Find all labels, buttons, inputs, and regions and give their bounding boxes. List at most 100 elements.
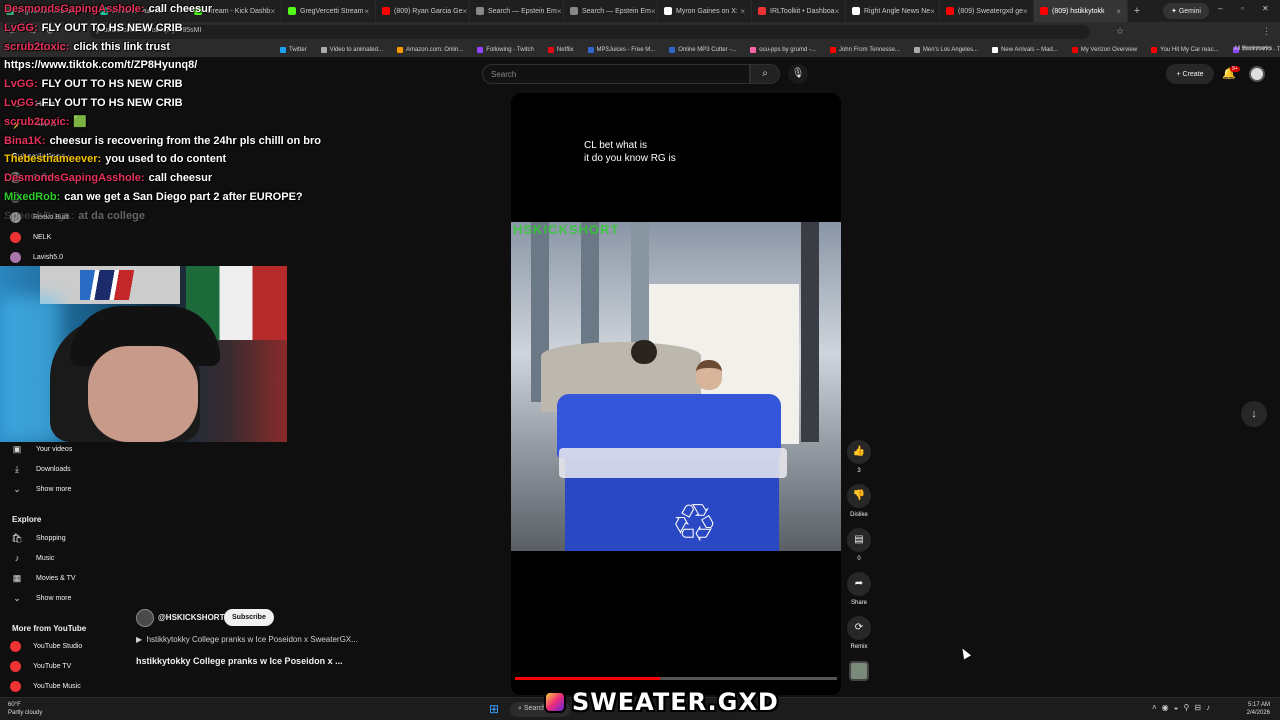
all-bookmarks[interactable]: All Bookmarks xyxy=(1234,46,1272,52)
bookmark-label: Video to animated... xyxy=(329,46,383,53)
browser-tab[interactable]: Search — Epstein Em × xyxy=(470,0,564,22)
bookmark-item[interactable]: osu-pps by grumd -... xyxy=(750,46,816,53)
tab-label: Search — Epstein Em xyxy=(582,7,651,15)
tab-label: (809) Ryan Garcia Ge xyxy=(394,7,463,15)
browser-menu-icon[interactable]: ⋮ xyxy=(1262,26,1271,37)
dislike-button[interactable]: 👎 Dislike xyxy=(846,484,872,518)
mic-icon[interactable]: 🎙 xyxy=(788,64,808,84)
share-button[interactable]: ➦ Share xyxy=(846,572,872,606)
bookmark-item[interactable]: Online MP3 Cutter -... xyxy=(669,46,736,53)
bookmark-star-icon[interactable]: ☆ xyxy=(1116,26,1124,37)
tab-favicon-icon xyxy=(852,7,860,15)
bookmark-item[interactable]: Video to animated... xyxy=(320,46,383,53)
sound-thumbnail[interactable] xyxy=(849,661,869,681)
play-icon: ▶ xyxy=(136,635,147,644)
browser-tab[interactable]: (809) Ryan Garcia Ge × xyxy=(376,0,470,22)
channel-name[interactable]: @HSKICKSHORT xyxy=(158,613,224,622)
create-button[interactable]: + Create xyxy=(1166,64,1214,84)
sidebar-item[interactable]: 🛍 Shopping xyxy=(10,533,65,544)
browser-tab[interactable]: Myron Gaines on X: × xyxy=(658,0,752,22)
tab-close-icon[interactable]: × xyxy=(462,7,467,16)
chat-username: LvGG: xyxy=(4,78,38,91)
tab-label: Right Angle News Ne xyxy=(864,7,931,15)
bookmark-item[interactable]: You Hit My Car reac... xyxy=(1151,46,1219,53)
taskbar-clock[interactable]: 5:17 AM 2/4/2026 xyxy=(1247,701,1270,717)
browser-tab[interactable]: IRLToolkit • Dashboa × xyxy=(752,0,846,22)
bookmark-item[interactable]: My Verizon Overview xyxy=(1071,46,1137,53)
chat-text: cheesur is recovering from the 24hr pls … xyxy=(49,134,321,147)
close-window-icon[interactable]: ✕ xyxy=(1262,4,1269,13)
sidebar-item-label: Show more xyxy=(36,595,72,602)
bookmark-favicon-icon xyxy=(587,46,594,53)
instagram-icon xyxy=(544,691,566,713)
instagram-handle-overlay: SWEATER.GXD xyxy=(538,687,785,717)
maximize-icon[interactable]: ▫ xyxy=(1241,4,1244,13)
sidebar-item[interactable]: ▦ Movies & TV xyxy=(10,573,76,584)
create-label: Create xyxy=(1182,70,1204,78)
channel-avatar-icon xyxy=(10,232,21,243)
sidebar-item-label: Show more xyxy=(36,486,72,493)
tab-close-icon[interactable]: × xyxy=(835,7,840,16)
chat-username: MixedRob: xyxy=(4,190,61,203)
shorts-video-player[interactable]: CL bet what is it do you know RG is ♲ HSK… xyxy=(511,93,841,695)
next-short-arrow-icon[interactable]: ↓ xyxy=(1241,401,1267,427)
tab-favicon-icon xyxy=(570,7,578,15)
minimize-icon[interactable]: – xyxy=(1218,4,1222,13)
sidebar-item[interactable]: ♪ Music xyxy=(10,553,55,563)
subscribe-button[interactable]: Subscribe xyxy=(224,609,274,626)
windows-start-icon[interactable]: ⊞ xyxy=(489,702,499,716)
tab-close-icon[interactable]: × xyxy=(1116,7,1121,16)
sidebar-item[interactable]: ▣ Your videos xyxy=(10,444,73,455)
browser-tab[interactable]: Right Angle News Ne × xyxy=(846,0,940,22)
avatar[interactable] xyxy=(1249,66,1265,82)
tab-label: Myron Gaines on X: xyxy=(676,7,738,15)
remix-button[interactable]: ⟳ Remix xyxy=(846,616,872,650)
comment-icon: ▤ xyxy=(847,528,871,552)
chat-text: FLY OUT TO HS NEW CRIB xyxy=(41,21,183,34)
chat-username: Bina1K: xyxy=(4,134,46,147)
tab-close-icon[interactable]: × xyxy=(651,7,656,16)
sidebar-item[interactable]: Lavish5.0 xyxy=(10,252,63,263)
sidebar-item[interactable]: ⤓ Downloads xyxy=(10,464,71,475)
new-tab-icon[interactable]: + xyxy=(1128,5,1146,17)
sidebar-item-label: Downloads xyxy=(36,466,71,473)
channel-avatar[interactable] xyxy=(136,609,154,627)
tab-close-icon[interactable]: × xyxy=(1023,7,1028,16)
sidebar-item[interactable]: ⌄ Show more xyxy=(10,593,71,604)
sidebar-item[interactable]: ⌄ Show more xyxy=(10,484,71,495)
chat-message: SpeechDogs: at da college xyxy=(4,207,324,226)
bookmark-item[interactable]: Netflix xyxy=(547,46,574,53)
bookmark-item[interactable]: New Arrivals – Mad... xyxy=(992,46,1058,53)
sidebar-item[interactable]: YouTube Studio xyxy=(10,641,82,652)
bookmark-item[interactable]: MP3Juices - Free M... xyxy=(587,46,655,53)
search-input[interactable]: Search xyxy=(482,64,750,84)
bookmark-item[interactable]: Following - Twitch xyxy=(477,46,534,53)
browser-tab[interactable]: Search — Epstein Em × xyxy=(564,0,658,22)
comments-button[interactable]: ▤ 0 xyxy=(846,528,872,562)
channel-avatar-icon xyxy=(10,681,21,692)
sidebar-item[interactable]: YouTube TV xyxy=(10,661,71,672)
tab-close-icon[interactable]: × xyxy=(740,7,745,16)
search-icon[interactable]: ⌕ xyxy=(750,64,780,84)
chat-username: LvGG: xyxy=(4,21,38,34)
chat-username: Thebestnameever: xyxy=(4,153,102,166)
like-button[interactable]: 👍 3 xyxy=(846,440,872,474)
playlist-link[interactable]: ▶ hstikkytokky College pranks w Ice Pose… xyxy=(136,635,358,644)
weather-widget[interactable]: 60°F Partly cloudy xyxy=(8,701,42,717)
bookmark-item[interactable]: Amazon.com: Onlin... xyxy=(396,46,463,53)
bookmark-label: Netflix xyxy=(556,46,574,53)
bookmark-item[interactable]: Men's Los Angeles... xyxy=(913,46,978,53)
channel-avatar-icon xyxy=(10,641,21,652)
tab-close-icon[interactable]: × xyxy=(364,7,369,16)
video-progress-bar[interactable] xyxy=(515,677,837,680)
gemini-button[interactable]: ✦ Gemini xyxy=(1163,3,1209,19)
playlist-title: hstikkytokky College pranks w Ice Poseid… xyxy=(146,635,358,644)
sidebar-item[interactable]: NELK xyxy=(10,232,51,243)
sidebar-item[interactable]: YouTube Music xyxy=(10,681,81,692)
system-tray[interactable]: ˄◉◒⚲⊟♪ xyxy=(1152,703,1215,712)
tab-close-icon[interactable]: × xyxy=(930,7,935,16)
tab-close-icon[interactable]: × xyxy=(557,7,562,16)
browser-tab[interactable]: (809) Sweatergxd ge × xyxy=(940,0,1034,22)
bookmark-item[interactable]: John From Tennesse... xyxy=(829,46,900,53)
browser-tab[interactable]: (809) hstikkytokk × xyxy=(1034,0,1128,22)
